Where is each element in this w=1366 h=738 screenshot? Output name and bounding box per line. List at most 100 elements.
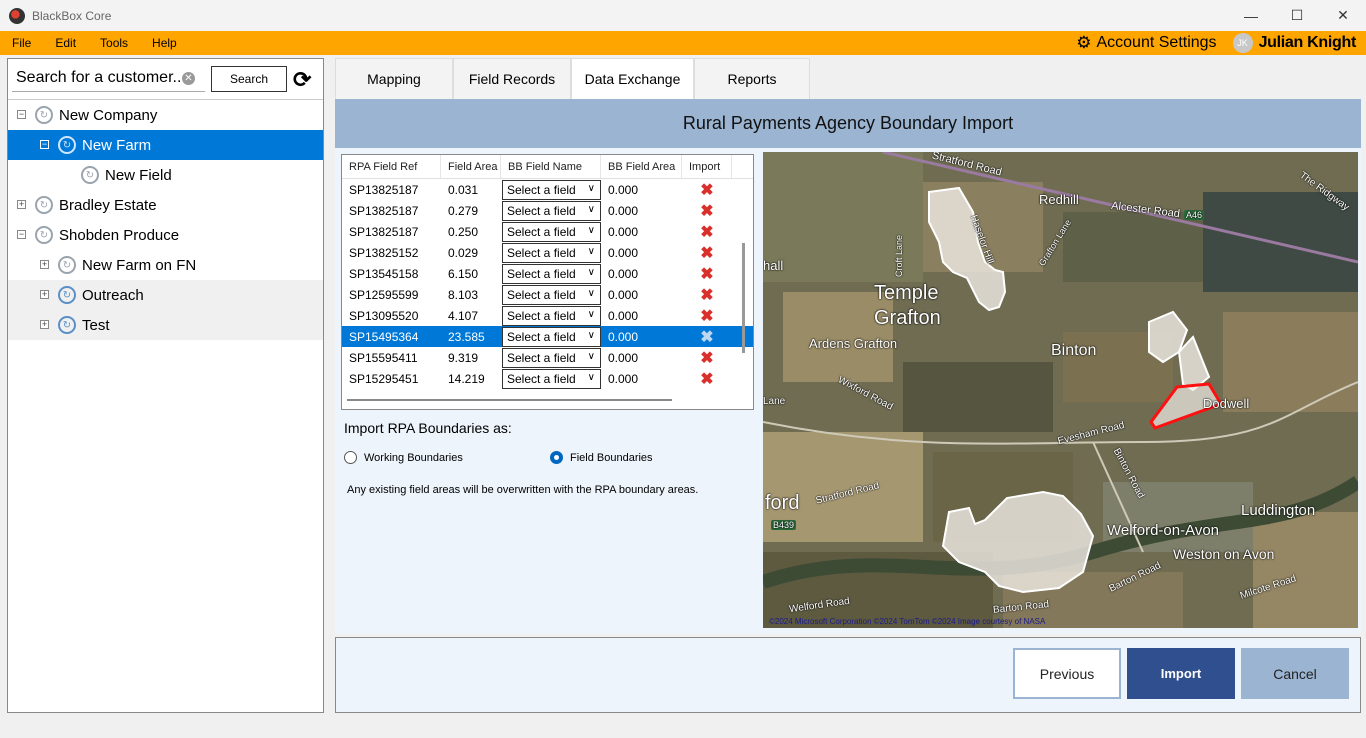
bb-field-name-cell: Select a field ∨ bbox=[501, 284, 601, 305]
bb-field-name-cell: Select a field ∨ bbox=[501, 200, 601, 221]
search-button[interactable]: Search bbox=[211, 66, 287, 92]
radio-label: Working Boundaries bbox=[364, 451, 463, 464]
map-label: Ardens Grafton bbox=[809, 336, 898, 351]
exclude-icon[interactable]: ✖ bbox=[682, 180, 732, 200]
gear-icon[interactable]: ⚙ bbox=[1076, 33, 1091, 53]
tree-node-bradley-estate[interactable]: + ↻ Bradley Estate bbox=[8, 190, 323, 220]
exclude-icon[interactable]: ✖ bbox=[682, 201, 732, 221]
previous-button[interactable]: Previous bbox=[1013, 648, 1121, 699]
menu-help[interactable]: Help bbox=[140, 36, 189, 50]
bb-field-name-cell: Select a field ∨ bbox=[501, 368, 601, 389]
tab-reports[interactable]: Reports bbox=[694, 58, 810, 99]
column-header: Field Area bbox=[441, 155, 501, 178]
table-row[interactable]: SP13825187 0.031 Select a field ∨ 0.000 ✖ bbox=[342, 179, 753, 200]
import-button[interactable]: Import bbox=[1127, 648, 1235, 699]
table-row[interactable]: SP15595411 9.319 Select a field ∨ 0.000 ✖ bbox=[342, 347, 753, 368]
tab-mapping[interactable]: Mapping bbox=[335, 58, 453, 99]
data-exchange-content: RPA Field Ref Field Area BB Field Name B… bbox=[335, 148, 1361, 634]
farm-icon: ↻ bbox=[58, 256, 76, 274]
rpa-fields-grid: RPA Field Ref Field Area BB Field Name B… bbox=[341, 154, 754, 410]
table-row[interactable]: SP15295451 14.219 Select a field ∨ 0.000 ✖ bbox=[342, 368, 753, 389]
expand-icon[interactable]: + bbox=[17, 200, 26, 209]
clear-search-icon[interactable]: ✕ bbox=[182, 71, 195, 85]
bb-field-select[interactable]: Select a field ∨ bbox=[502, 200, 601, 221]
import-cell: ✖ bbox=[682, 368, 732, 389]
select-value: Select a field bbox=[507, 287, 576, 302]
company-icon: ↻ bbox=[35, 106, 53, 124]
collapse-icon[interactable]: − bbox=[40, 140, 49, 149]
tree-node-label: New Field bbox=[105, 166, 172, 184]
table-row[interactable]: SP15495364 23.585 Select a field ∨ 0.000 ✖ bbox=[342, 326, 753, 347]
menu-file[interactable]: File bbox=[0, 36, 43, 50]
tree-node-new-farm-on-fn[interactable]: + ↻ New Farm on FN bbox=[8, 250, 323, 280]
exclude-icon[interactable]: ✖ bbox=[682, 264, 732, 284]
bb-field-select[interactable]: Select a field ∨ bbox=[502, 305, 601, 326]
collapse-icon[interactable]: − bbox=[17, 230, 26, 239]
exclude-icon[interactable]: ✖ bbox=[682, 348, 732, 368]
table-row[interactable]: SP12595599 8.103 Select a field ∨ 0.000 ✖ bbox=[342, 284, 753, 305]
exclude-icon[interactable]: ✖ bbox=[682, 306, 732, 326]
exclude-icon[interactable]: ✖ bbox=[682, 222, 732, 242]
grid-horizontal-scrollbar[interactable] bbox=[347, 399, 672, 401]
table-row[interactable]: SP13825187 0.250 Select a field ∨ 0.000 ✖ bbox=[342, 221, 753, 242]
radio-circle[interactable] bbox=[550, 451, 563, 464]
tree-node-label: New Farm on FN bbox=[82, 256, 197, 274]
exclude-icon[interactable]: ✖ bbox=[682, 369, 732, 389]
select-value: Select a field bbox=[507, 266, 576, 281]
field-area-cell: 6.150 bbox=[448, 266, 479, 281]
tab-data-exchange[interactable]: Data Exchange bbox=[571, 58, 694, 99]
bb-field-select[interactable]: Select a field ∨ bbox=[502, 326, 601, 347]
tree-node-new-company[interactable]: − ↻ New Company bbox=[8, 100, 323, 130]
tab-field-records[interactable]: Field Records bbox=[453, 58, 571, 99]
tree-node-new-field[interactable]: ↻ New Field bbox=[8, 160, 323, 190]
exclude-icon[interactable]: ✖ bbox=[682, 327, 732, 347]
import-cell: ✖ bbox=[682, 200, 732, 221]
select-value: Select a field bbox=[507, 308, 576, 323]
radio-circle[interactable] bbox=[344, 451, 357, 464]
field-area-cell: 14.219 bbox=[448, 371, 485, 386]
map-label: Redhill bbox=[1039, 192, 1079, 207]
working-boundaries-radio[interactable]: Working Boundaries bbox=[344, 451, 463, 464]
table-row[interactable]: SP13825187 0.279 Select a field ∨ 0.000 ✖ bbox=[342, 200, 753, 221]
table-row[interactable]: SP13545158 6.150 Select a field ∨ 0.000 ✖ bbox=[342, 263, 753, 284]
exclude-icon[interactable]: ✖ bbox=[682, 243, 732, 263]
import-cell: ✖ bbox=[682, 263, 732, 284]
menu-tools[interactable]: Tools bbox=[88, 36, 140, 50]
tree-node-outreach[interactable]: + ↻ Outreach bbox=[8, 280, 323, 310]
grid-vertical-scrollbar[interactable] bbox=[742, 243, 745, 353]
maximize-button[interactable]: ☐ bbox=[1274, 0, 1320, 31]
exclude-icon[interactable]: ✖ bbox=[682, 285, 732, 305]
field-boundaries-radio[interactable]: Field Boundaries bbox=[550, 451, 653, 464]
map-label: Temple bbox=[874, 282, 939, 304]
bb-field-select[interactable]: Select a field ∨ bbox=[502, 368, 601, 389]
tree-node-label: New Farm bbox=[82, 136, 152, 154]
tree-node-shobden-produce[interactable]: − ↻ Shobden Produce bbox=[8, 220, 323, 250]
map-label: Welford-on-Avon bbox=[1107, 522, 1220, 539]
refresh-icon[interactable]: ⟳ bbox=[293, 67, 311, 93]
expand-icon[interactable]: + bbox=[40, 260, 49, 269]
bb-field-select[interactable]: Select a field ∨ bbox=[502, 221, 601, 242]
account-settings-link[interactable]: Account Settings bbox=[1096, 34, 1216, 52]
collapse-icon[interactable]: − bbox=[17, 110, 26, 119]
bb-field-select[interactable]: Select a field ∨ bbox=[502, 284, 601, 305]
avatar[interactable]: JK bbox=[1232, 33, 1253, 53]
bb-field-select[interactable]: Select a field ∨ bbox=[502, 179, 601, 200]
menu-edit[interactable]: Edit bbox=[43, 36, 88, 50]
table-row[interactable]: SP13825152 0.029 Select a field ∨ 0.000 ✖ bbox=[342, 242, 753, 263]
search-input[interactable]: Search for a customer.. ✕ bbox=[12, 65, 205, 92]
expand-icon[interactable]: + bbox=[40, 320, 49, 329]
tree-node-new-farm[interactable]: − ↻ New Farm bbox=[8, 130, 323, 160]
close-button[interactable]: ✕ bbox=[1320, 0, 1366, 31]
column-header: BB Field Area bbox=[601, 155, 682, 178]
cancel-button[interactable]: Cancel bbox=[1241, 648, 1349, 699]
expand-icon[interactable]: + bbox=[40, 290, 49, 299]
satellite-map[interactable]: Stratford Road Redhill Alcester Road A46… bbox=[763, 152, 1358, 628]
minimize-button[interactable]: — bbox=[1228, 0, 1274, 31]
table-row[interactable]: SP13095520 4.107 Select a field ∨ 0.000 ✖ bbox=[342, 305, 753, 326]
bb-field-select[interactable]: Select a field ∨ bbox=[502, 347, 601, 368]
tree-node-test[interactable]: + ↻ Test bbox=[8, 310, 323, 340]
bb-field-select[interactable]: Select a field ∨ bbox=[502, 242, 601, 263]
search-input-text[interactable]: Search for a customer.. bbox=[12, 69, 182, 87]
rpa-field-ref-cell: SP13825187 bbox=[349, 182, 419, 197]
bb-field-select[interactable]: Select a field ∨ bbox=[502, 263, 601, 284]
